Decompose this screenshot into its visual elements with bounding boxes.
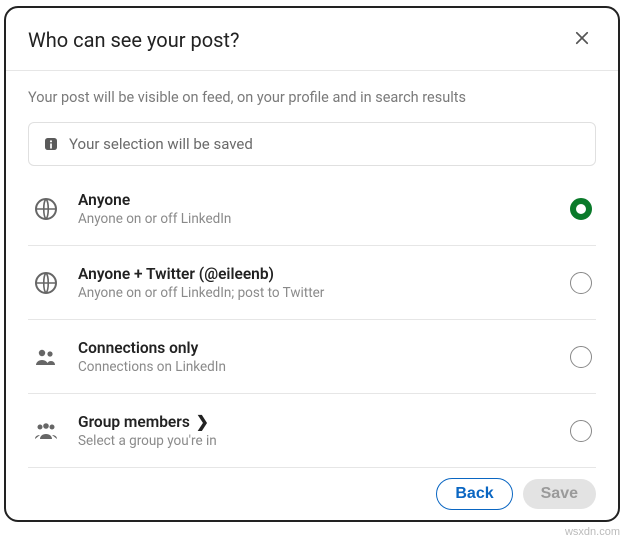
option-title: Group members ❯ xyxy=(78,413,209,431)
globe-icon xyxy=(32,269,60,297)
radio-unselected[interactable] xyxy=(570,272,592,294)
option-desc: Select a group you're in xyxy=(78,433,560,449)
modal-footer: Back Save xyxy=(6,468,618,520)
people-three-icon xyxy=(32,417,60,445)
option-text: Connections only Connections on LinkedIn xyxy=(78,338,560,375)
info-icon xyxy=(43,136,59,152)
modal-title: Who can see your post? xyxy=(28,28,239,52)
option-title: Connections only xyxy=(78,339,198,357)
save-button[interactable]: Save xyxy=(523,479,596,509)
radio-unselected[interactable] xyxy=(570,420,592,442)
option-title: Anyone + Twitter (@eileenb) xyxy=(78,265,274,283)
option-text: Group members ❯ Select a group you're in xyxy=(78,412,560,449)
radio-unselected[interactable] xyxy=(570,346,592,368)
globe-icon xyxy=(32,195,60,223)
subtitle-text: Your post will be visible on feed, on yo… xyxy=(28,89,596,106)
option-anyone-twitter[interactable]: Anyone + Twitter (@eileenb) Anyone on or… xyxy=(28,246,596,320)
info-banner: Your selection will be saved xyxy=(28,122,596,166)
info-text: Your selection will be saved xyxy=(69,135,253,153)
back-button[interactable]: Back xyxy=(436,478,512,510)
visibility-modal: Who can see your post? Your post will be… xyxy=(4,6,620,522)
chevron-right-icon: ❯ xyxy=(196,413,209,431)
option-desc: Anyone on or off LinkedIn; post to Twitt… xyxy=(78,285,560,301)
people-two-icon xyxy=(32,343,60,371)
option-desc: Anyone on or off LinkedIn xyxy=(78,211,560,227)
modal-body: Your post will be visible on feed, on yo… xyxy=(6,71,618,468)
option-connections[interactable]: Connections only Connections on LinkedIn xyxy=(28,320,596,394)
close-icon xyxy=(573,29,591,51)
option-desc: Connections on LinkedIn xyxy=(78,359,560,375)
option-text: Anyone + Twitter (@eileenb) Anyone on or… xyxy=(78,264,560,301)
option-anyone[interactable]: Anyone Anyone on or off LinkedIn xyxy=(28,172,596,246)
option-title-text: Group members xyxy=(78,413,190,431)
watermark-text: wsxdn.com xyxy=(565,526,620,538)
option-group-members[interactable]: Group members ❯ Select a group you're in xyxy=(28,394,596,468)
options-list: Anyone Anyone on or off LinkedIn Anyone … xyxy=(28,172,596,468)
radio-selected[interactable] xyxy=(570,198,592,220)
option-title: Anyone xyxy=(78,191,130,209)
option-text: Anyone Anyone on or off LinkedIn xyxy=(78,190,560,227)
close-button[interactable] xyxy=(568,26,596,54)
modal-header: Who can see your post? xyxy=(6,8,618,71)
